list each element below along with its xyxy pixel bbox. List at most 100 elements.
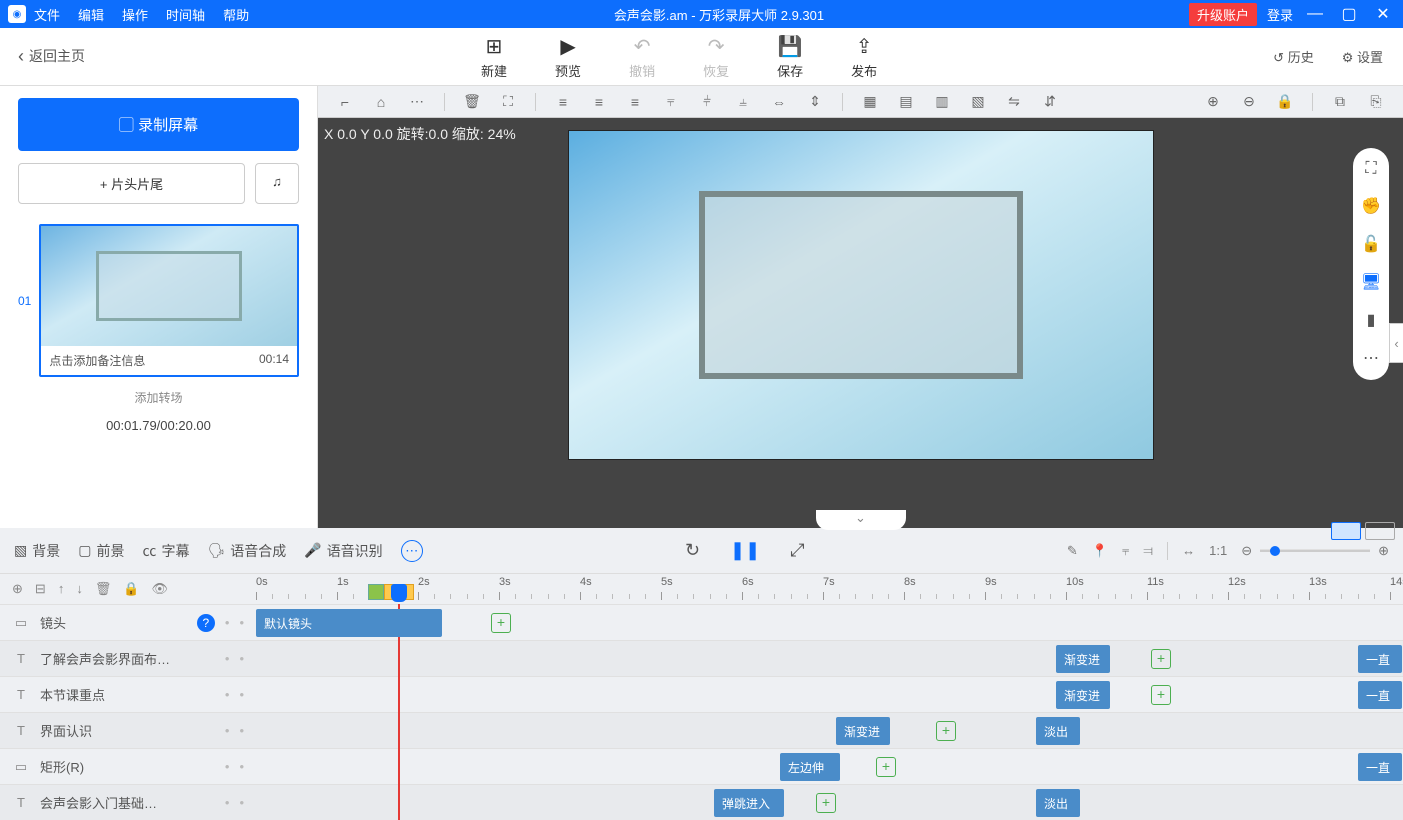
back-home-button[interactable]: 返回主页 — [18, 46, 85, 67]
track-name[interactable]: 矩形(R) — [40, 757, 215, 776]
track-name[interactable]: 本节课重点 — [40, 685, 215, 704]
home-icon[interactable]: ⌂ — [368, 94, 394, 110]
history-button[interactable]: ↺ 历史 — [1273, 47, 1314, 66]
add-keyframe-button[interactable]: + — [936, 721, 956, 741]
fullscreen-icon[interactable]: ⛶ — [1365, 160, 1376, 178]
track-dot[interactable]: • — [239, 687, 244, 702]
align-top-icon[interactable]: ⫧ — [658, 93, 684, 110]
timeline-clip[interactable]: 弹跳进入 — [714, 789, 784, 817]
expand-panel-button[interactable]: ‹ — [1389, 323, 1403, 363]
zoom-out-tl-icon[interactable]: ⊖ — [1241, 543, 1252, 559]
video-preview[interactable] — [568, 130, 1154, 460]
copy-icon[interactable]: ⧉ — [1327, 93, 1353, 110]
timeline-clip[interactable]: 渐变进 — [836, 717, 890, 745]
menu-help[interactable]: 帮助 — [223, 5, 249, 24]
timeline-clip[interactable]: 淡出 — [1036, 789, 1080, 817]
settings-button[interactable]: ⚙ 设置 — [1342, 47, 1383, 66]
more-v-icon[interactable]: ⋯ — [1363, 348, 1379, 368]
more-h-icon[interactable]: ⋯ — [404, 93, 430, 110]
add-keyframe-button[interactable]: + — [1151, 685, 1171, 705]
pause-icon[interactable]: ❚❚ — [730, 540, 760, 561]
trash-icon[interactable]: 🗑 — [459, 93, 485, 110]
timeline-clip[interactable]: 一直 — [1358, 645, 1402, 673]
view-split-icon[interactable] — [1365, 522, 1395, 540]
save-button[interactable]: 💾保存 — [777, 34, 803, 80]
track-dot[interactable]: • — [225, 759, 230, 774]
time-ruler[interactable]: 0s1s2s3s4s5s6s7s8s9s10s11s12s13s14s — [256, 574, 1403, 604]
adjust-icon[interactable]: ⫤ — [1143, 543, 1153, 559]
view-normal-icon[interactable] — [1331, 522, 1361, 540]
lock-icon[interactable]: 🔒 — [1272, 93, 1298, 110]
add-keyframe-icon[interactable]: ⊕ — [12, 581, 23, 597]
maximize-icon[interactable]: ▢ — [1337, 4, 1361, 24]
tab-foreground[interactable]: ▢前景 — [78, 541, 124, 561]
zoom-in-tl-icon[interactable]: ⊕ — [1378, 543, 1389, 559]
edit-tool-icon[interactable]: ✎ — [1067, 543, 1078, 559]
layer-forward-icon[interactable]: ▤ — [893, 93, 919, 110]
unlock-icon[interactable]: 🔓 — [1361, 234, 1381, 254]
tab-tts[interactable]: 🗣语音合成 — [207, 541, 286, 561]
one-to-one-icon[interactable]: 1:1 — [1209, 543, 1227, 558]
undo-button[interactable]: ↶撤销 — [629, 34, 655, 80]
track-dot[interactable]: • — [225, 651, 230, 666]
tab-background[interactable]: ▧背景 — [14, 541, 60, 561]
remove-keyframe-icon[interactable]: ⊟ — [35, 581, 46, 597]
move-down-icon[interactable]: ↓ — [76, 581, 83, 597]
mobile-view-icon[interactable]: ▮ — [1367, 310, 1376, 330]
filter-icon[interactable]: ⫧ — [1122, 543, 1129, 559]
fit-width-icon[interactable]: ↔ — [1182, 543, 1195, 558]
track-name[interactable]: 会声会影入门基础… — [40, 793, 215, 812]
timeline-clip[interactable]: 渐变进 — [1056, 681, 1110, 709]
flip-h-icon[interactable]: ⇋ — [1001, 93, 1027, 110]
align-right-icon[interactable]: ≡ — [622, 94, 648, 110]
track-dot[interactable]: • — [239, 651, 244, 666]
track-lane[interactable]: 渐变进+淡出 — [256, 713, 1403, 748]
replay-icon[interactable]: ↻ — [685, 540, 700, 561]
track-dot[interactable]: • — [239, 615, 244, 630]
preview-button[interactable]: ▶预览 — [555, 34, 581, 80]
add-music-button[interactable]: ♫ — [255, 163, 299, 204]
track-lane[interactable]: 渐变进+一直 — [256, 641, 1403, 676]
track-name[interactable]: 镜头 — [40, 613, 187, 632]
menu-timeline[interactable]: 时间轴 — [166, 5, 205, 24]
timeline-clip[interactable]: 默认镜头 — [256, 609, 442, 637]
hand-icon[interactable]: ✊ — [1361, 196, 1381, 216]
timeline-clip[interactable]: 渐变进 — [1056, 645, 1110, 673]
menu-edit[interactable]: 编辑 — [78, 5, 104, 24]
align-middle-icon[interactable]: ⫩ — [694, 93, 720, 110]
tab-asr[interactable]: 🎤语音识别 — [304, 541, 382, 561]
timeline-clip[interactable]: 一直 — [1358, 753, 1402, 781]
menu-file[interactable]: 文件 — [34, 5, 60, 24]
crop-icon[interactable]: ⛶ — [495, 93, 521, 110]
clip-note-placeholder[interactable]: 点击添加备注信息 — [49, 352, 145, 369]
zoom-slider[interactable] — [1260, 549, 1370, 552]
login-button[interactable]: 登录 — [1267, 5, 1293, 24]
track-lane[interactable]: 弹跳进入+淡出 — [256, 785, 1403, 820]
timeline-clip[interactable]: 一直 — [1358, 681, 1402, 709]
layer-front-icon[interactable]: ▦ — [857, 93, 883, 110]
paste-icon[interactable]: ⎘ — [1363, 93, 1389, 110]
track-dot[interactable]: • — [225, 795, 230, 810]
timeline-clip[interactable]: 左边伸 — [780, 753, 840, 781]
track-dot[interactable]: • — [225, 687, 230, 702]
close-icon[interactable]: ✕ — [1371, 4, 1395, 24]
align-center-icon[interactable]: ≡ — [586, 94, 612, 110]
align-bottom-icon[interactable]: ⫨ — [730, 93, 756, 110]
zoom-in-icon[interactable]: ⊕ — [1200, 93, 1226, 110]
zoom-out-icon[interactable]: ⊖ — [1236, 93, 1262, 110]
tab-subtitle[interactable]: ㏄字幕 — [142, 541, 189, 561]
track-lane[interactable]: 渐变进 + 一直 — [256, 677, 1403, 712]
track-dot[interactable]: • — [239, 723, 244, 738]
menu-action[interactable]: 操作 — [122, 5, 148, 24]
track-lane[interactable]: 左边伸+一直 — [256, 749, 1403, 784]
distrib-v-icon[interactable]: ⇕ — [802, 93, 828, 110]
add-keyframe-button[interactable]: + — [491, 613, 511, 633]
record-screen-button[interactable]: 录制屏幕 — [18, 98, 299, 151]
ruler-icon[interactable]: ⌐ — [332, 94, 358, 110]
desktop-view-icon[interactable]: 🖥 — [1361, 272, 1381, 292]
tabs-more-button[interactable]: ⋯ — [401, 540, 423, 562]
upgrade-button[interactable]: 升级账户 — [1189, 3, 1257, 26]
delete-track-icon[interactable]: 🗑 — [95, 581, 112, 597]
track-dot[interactable]: • — [225, 723, 230, 738]
track-name[interactable]: 了解会声会影界面布… — [40, 649, 215, 668]
